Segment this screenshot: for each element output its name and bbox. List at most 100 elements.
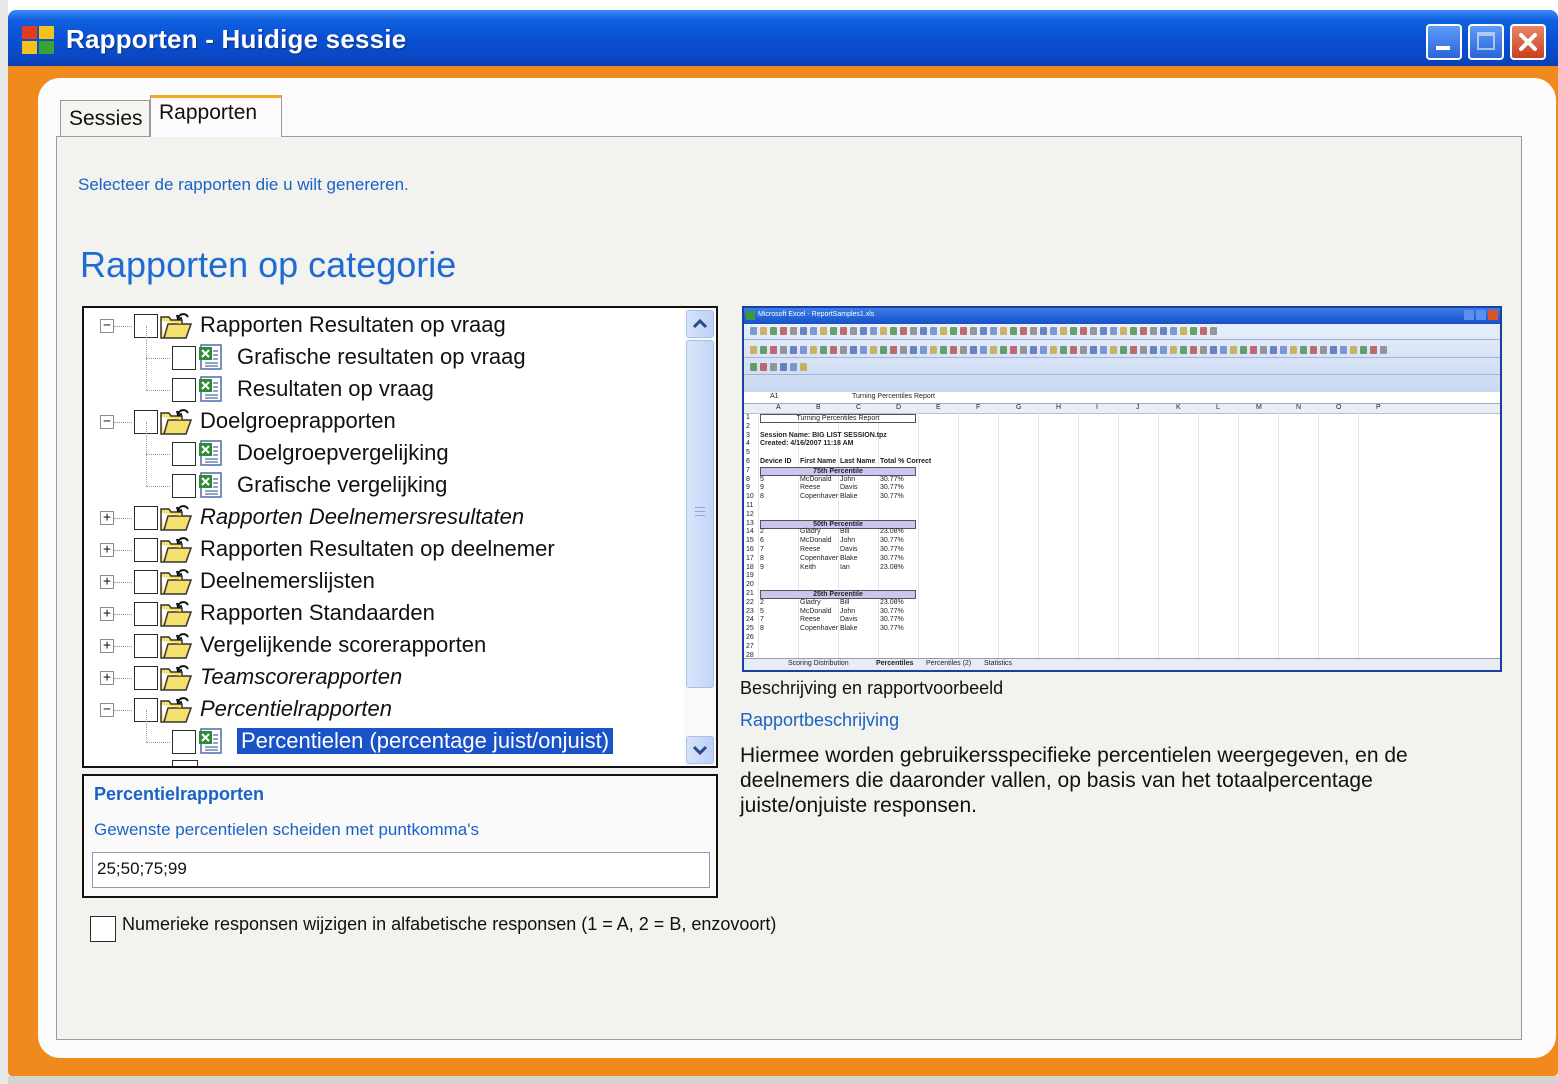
tree-node[interactable]: Percentielen (percentage juist/onjuist) xyxy=(84,710,684,758)
tree-node-checkbox[interactable] xyxy=(172,346,196,370)
scroll-up-button[interactable] xyxy=(686,310,714,338)
tree-node[interactable]: − Doelgroeprapporten xyxy=(84,406,684,438)
tree-node[interactable]: + Rapporten Resultaten op deelnemer xyxy=(84,534,684,566)
excel-cell: 5 xyxy=(760,475,764,483)
excel-cell: 30.77% xyxy=(880,546,904,553)
tree-node-checkbox[interactable] xyxy=(134,602,158,626)
description-text: Hiermee worden gebruikersspecifieke perc… xyxy=(740,744,1408,817)
excel-title: Microsoft Excel - ReportSamples1.xls xyxy=(758,311,875,318)
tree-node[interactable]: − Rapporten Resultaten op vraag xyxy=(84,310,684,342)
excel-cell: 25th Percentile xyxy=(760,590,916,599)
tree-node-checkbox[interactable] xyxy=(172,378,196,402)
collapse-toggle-icon[interactable]: − xyxy=(100,319,114,333)
tab-sessies-label: Sessies xyxy=(69,107,143,130)
excel-cell: Copenhaver xyxy=(800,493,839,501)
tree-node[interactable]: + Rapporten Standaarden xyxy=(84,598,684,630)
tree-node[interactable]: + Deelnemerslijsten xyxy=(84,566,684,598)
tree-node-checkbox[interactable] xyxy=(172,442,196,466)
tree-node-checkbox[interactable] xyxy=(134,666,158,690)
excel-cell: First Name xyxy=(800,458,837,465)
preview-caption: Beschrijving en rapportvoorbeeld xyxy=(740,678,1004,698)
excel-report-icon xyxy=(198,344,224,370)
scroll-down-button[interactable] xyxy=(686,736,714,764)
excel-title-bar: Microsoft Excel - ReportSamples1.xls xyxy=(744,308,1500,324)
excel-col-header: L xyxy=(1216,404,1220,411)
excel-cell: 50th Percentile xyxy=(760,519,916,529)
excel-cell-ref: A1 xyxy=(770,393,779,400)
scroll-thumb[interactable] xyxy=(686,340,714,688)
collapse-toggle-icon[interactable]: − xyxy=(100,703,114,717)
excel-col-header: E xyxy=(936,404,941,411)
excel-cell: 30.77% xyxy=(880,484,904,492)
tree-node-checkbox[interactable] xyxy=(134,570,158,594)
excel-cell: 2 xyxy=(760,598,764,606)
tree-node[interactable]: + Rapporten Deelnemersresultaten xyxy=(84,502,684,534)
tree-node[interactable]: + Teamscorerapporten xyxy=(84,662,684,694)
tree-node[interactable]: − Percentielrapporten xyxy=(84,694,684,726)
tree-overflow-row xyxy=(172,760,198,766)
excel-row-number: 21 xyxy=(746,590,754,597)
section-title: Rapporten op categorie xyxy=(80,244,457,285)
excel-row-number: 26 xyxy=(746,634,754,641)
tab-rapporten[interactable]: Rapporten xyxy=(150,95,282,137)
tree-node-label: Rapporten Standaarden xyxy=(200,600,435,625)
tree-node[interactable]: Grafische resultaten op vraag xyxy=(84,326,684,374)
tree-node[interactable]: + Vergelijkende scorerapporten xyxy=(84,630,684,662)
excel-toolbars xyxy=(744,324,1500,392)
description-title: Rapportbeschrijving xyxy=(740,710,900,730)
close-button[interactable] xyxy=(1510,24,1546,60)
excel-row-number: 12 xyxy=(746,510,754,518)
tree-node-checkbox[interactable] xyxy=(172,474,196,498)
report-tree[interactable]: − Rapporten Resultaten op vraag Grafische … xyxy=(82,306,718,768)
expand-toggle-icon[interactable]: + xyxy=(100,639,114,653)
excel-cell: Last Name xyxy=(840,458,876,465)
excel-cell: 23.08% xyxy=(880,528,904,536)
expand-toggle-icon[interactable]: + xyxy=(100,671,114,685)
excel-row-number: 2 xyxy=(746,422,750,430)
folder-icon xyxy=(160,408,193,436)
excel-cell: 8 xyxy=(760,493,764,501)
tree-node-checkbox[interactable] xyxy=(134,538,158,562)
excel-row-number: 1 xyxy=(746,414,750,421)
excel-row-number: 16 xyxy=(746,546,754,553)
tree-node-label: Resultaten op vraag xyxy=(237,376,434,401)
tree-node-checkbox[interactable] xyxy=(172,730,196,754)
excel-col-header: H xyxy=(1056,404,1062,411)
excel-cell: Total % Correct xyxy=(880,458,932,465)
excel-cell: Device ID xyxy=(760,458,792,465)
minimize-button[interactable] xyxy=(1426,24,1462,60)
tree-node-checkbox[interactable] xyxy=(134,506,158,530)
tree-node[interactable]: Resultaten op vraag xyxy=(84,358,684,406)
excel-row-number: 4 xyxy=(746,440,750,448)
expand-toggle-icon[interactable]: + xyxy=(100,575,114,589)
collapse-toggle-icon[interactable]: − xyxy=(100,415,114,429)
numeric-to-alpha-checkbox[interactable] xyxy=(90,916,116,942)
expand-toggle-icon[interactable]: + xyxy=(100,607,114,621)
excel-cell: 30.77% xyxy=(880,607,904,615)
excel-cell: 30.77% xyxy=(880,493,904,501)
excel-cell: John xyxy=(840,607,856,615)
expand-toggle-icon[interactable]: + xyxy=(100,511,114,525)
tree-node[interactable]: Doelgroepvergelijking xyxy=(84,422,684,470)
instruction-text: Selecteer de rapporten die u wilt genere… xyxy=(78,175,409,194)
excel-row-number: 23 xyxy=(746,607,754,615)
tree-scrollbar[interactable] xyxy=(684,308,716,766)
excel-cell: Blake xyxy=(840,625,858,633)
excel-cell: John xyxy=(840,475,856,483)
excel-cell: 5 xyxy=(760,607,764,615)
tree-node-label: Rapporten Resultaten op vraag xyxy=(200,312,506,337)
tab-sessies[interactable]: Sessies xyxy=(60,100,150,136)
tree-node-label: Doelgroepvergelijking xyxy=(237,440,449,465)
percentiles-input[interactable]: 25;50;75;99 xyxy=(92,852,710,888)
excel-cell: 9 xyxy=(760,563,764,571)
maximize-button[interactable] xyxy=(1468,24,1504,60)
title-bar[interactable]: Rapporten - Huidige sessie xyxy=(8,10,1558,66)
excel-row-number: 27 xyxy=(746,642,754,650)
excel-row-number: 20 xyxy=(746,581,754,589)
expand-toggle-icon[interactable]: + xyxy=(100,543,114,557)
tree-node[interactable]: Grafische vergelijking xyxy=(84,454,684,502)
excel-cell: Blake xyxy=(840,493,858,501)
excel-col-header: B xyxy=(816,404,821,411)
excel-cell: 6 xyxy=(760,537,764,545)
tree-node-checkbox[interactable] xyxy=(134,634,158,658)
